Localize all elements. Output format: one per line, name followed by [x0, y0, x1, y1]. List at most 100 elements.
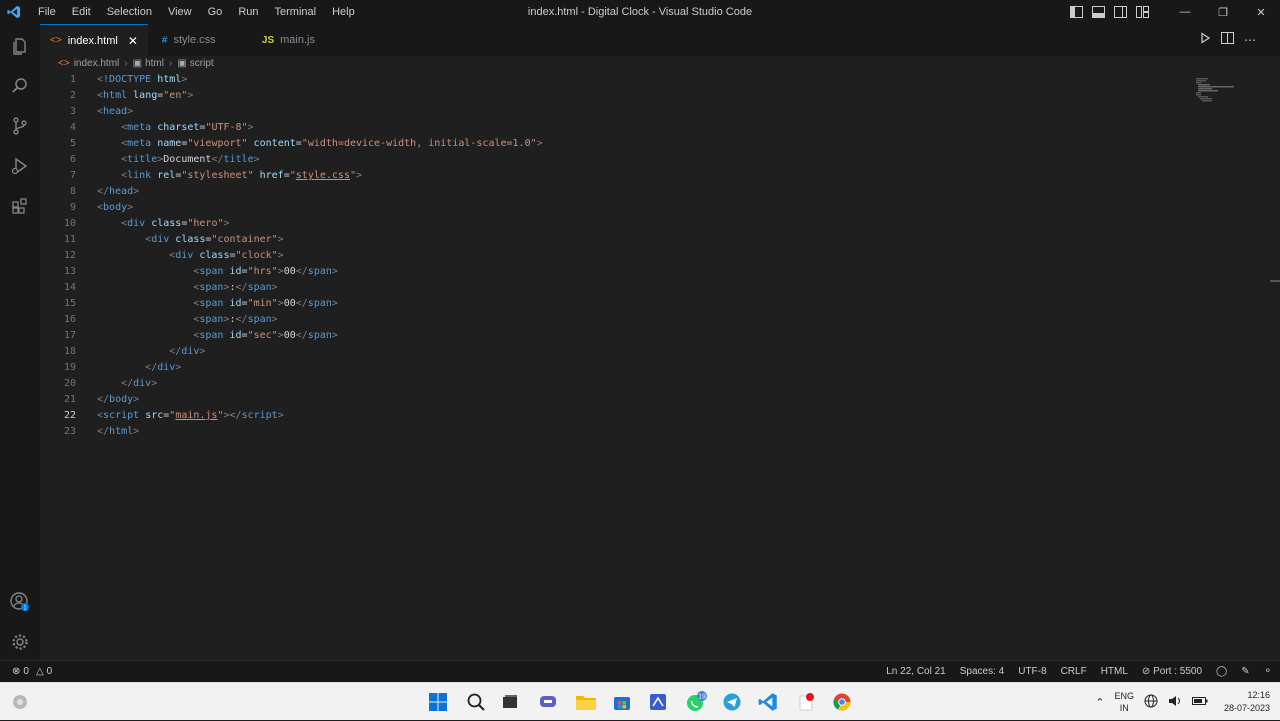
code-line: <script src="main.js"></script>	[97, 410, 284, 421]
file-explorer-icon[interactable]	[572, 688, 600, 716]
encoding[interactable]: UTF-8	[1018, 666, 1046, 677]
copilot-disabled-icon[interactable]: ◯	[1216, 666, 1227, 677]
battery-icon[interactable]	[1191, 695, 1208, 709]
menu-terminal[interactable]: Terminal	[267, 6, 325, 18]
status-bar: ⊗ 0 △ 0 Ln 22, Col 21 Spaces: 4 UTF-8 CR…	[0, 660, 1280, 682]
toggle-panel-icon[interactable]	[1090, 4, 1106, 20]
language-mode[interactable]: HTML	[1101, 666, 1128, 677]
element-icon: ▣	[132, 57, 143, 69]
breadcrumb: <> index.html › ▣ html › ▣ script	[40, 56, 1280, 70]
windows-start-icon[interactable]	[424, 688, 452, 716]
tab-style-css[interactable]: # style.css	[148, 24, 248, 56]
toggle-secondary-sidebar-icon[interactable]	[1112, 4, 1128, 20]
chrome-icon[interactable]	[828, 688, 856, 716]
menu-go[interactable]: Go	[200, 6, 231, 18]
teams-chat-icon[interactable]	[534, 688, 562, 716]
source-control-icon[interactable]	[0, 106, 40, 146]
chevron-right-icon: ›	[168, 57, 173, 69]
line-number: 21	[63, 394, 76, 405]
end-of-line[interactable]: CRLF	[1061, 666, 1087, 677]
code-line: <div class="clock">	[169, 250, 284, 261]
code-line: <span id="hrs">00</span>	[193, 266, 338, 277]
minimap[interactable]	[1196, 78, 1244, 108]
line-number: 7	[69, 170, 76, 181]
line-number: 9	[69, 202, 76, 213]
tab-main-js[interactable]: JS main.js	[248, 24, 325, 56]
accounts-icon[interactable]: 1	[0, 582, 40, 622]
vscode-logo-icon	[0, 0, 28, 24]
code-line: <span id="min">00</span>	[193, 298, 338, 309]
close-icon[interactable]: ✕	[128, 34, 138, 48]
explorer-icon[interactable]	[0, 26, 40, 66]
live-server-port[interactable]: ⊘ Port : 5500	[1142, 666, 1202, 677]
line-number: 12	[63, 250, 76, 261]
code-line: </head>	[97, 186, 140, 197]
menu-file[interactable]: File	[30, 6, 64, 18]
customize-layout-icon[interactable]	[1134, 4, 1150, 20]
telegram-icon[interactable]	[718, 688, 746, 716]
line-number: 10	[63, 218, 76, 229]
toggle-primary-sidebar-icon[interactable]	[1068, 4, 1084, 20]
cursor-position[interactable]: Ln 22, Col 21	[886, 666, 946, 677]
code-editor[interactable]: 1 <!DOCTYPE html> 2 <html lang="en"> 3 <hea…	[40, 72, 1280, 660]
code-line: </div>	[145, 362, 182, 373]
menu-view[interactable]: View	[160, 6, 200, 18]
more-actions-icon[interactable]: ⋯	[1244, 33, 1256, 47]
extensions-icon[interactable]	[0, 186, 40, 226]
search-icon[interactable]	[0, 66, 40, 106]
editor-tab-bar: <> index.html ✕ # style.css JS main.js ⋯	[40, 24, 1280, 56]
code-line: </div>	[169, 346, 206, 357]
line-number: 16	[63, 314, 76, 325]
breadcrumb-file[interactable]: index.html	[74, 58, 120, 69]
menu-selection[interactable]: Selection	[99, 6, 160, 18]
run-file-icon[interactable]	[1199, 31, 1211, 49]
taskbar-clock[interactable]: 12:16 28-07-2023	[1224, 689, 1270, 715]
tab-label: style.css	[173, 34, 216, 46]
code-line: </div>	[121, 378, 158, 389]
tab-index-html[interactable]: <> index.html ✕	[40, 24, 148, 56]
notepad-recording-icon[interactable]	[792, 688, 820, 716]
js-file-icon: JS	[261, 34, 275, 46]
problems-status[interactable]: ⊗ 0 △ 0	[12, 666, 52, 677]
vscode-taskbar-icon[interactable]	[754, 688, 782, 716]
menu-help[interactable]: Help	[324, 6, 363, 18]
whatsapp-badge: 19	[698, 694, 706, 701]
task-view-icon[interactable]	[496, 688, 524, 716]
line-number: 11	[63, 234, 76, 245]
run-and-debug-icon[interactable]	[0, 146, 40, 186]
manage-gear-icon[interactable]	[0, 622, 40, 662]
html-file-icon: <>	[50, 35, 62, 46]
whatsapp-icon[interactable]: 19	[682, 688, 710, 716]
code-line: <span>:</span>	[193, 314, 278, 325]
visual-studio-icon[interactable]	[644, 688, 672, 716]
search-icon[interactable]	[462, 688, 490, 716]
network-globe-icon[interactable]	[1144, 694, 1158, 710]
line-number: 5	[69, 138, 76, 149]
widgets-icon[interactable]	[6, 688, 34, 716]
close-window-icon[interactable]: ✕	[1242, 0, 1280, 24]
show-hidden-icons-chevron-icon[interactable]: ⌃	[1095, 696, 1104, 709]
notifications-bell-icon[interactable]: ⚬	[1264, 666, 1272, 677]
feedback-icon[interactable]: ✎	[1241, 666, 1249, 677]
code-line: <!DOCTYPE html>	[97, 74, 188, 85]
clock-date: 28-07-2023	[1223, 703, 1270, 713]
restore-icon[interactable]: ❐	[1204, 0, 1242, 24]
code-line: <html lang="en">	[97, 90, 194, 101]
error-count: 0	[23, 666, 29, 677]
breadcrumb-script[interactable]: script	[190, 58, 214, 69]
scrollbar-indicator[interactable]	[1270, 280, 1280, 282]
code-line: <head>	[97, 106, 134, 117]
menu-edit[interactable]: Edit	[64, 6, 99, 18]
volume-icon[interactable]	[1168, 694, 1182, 710]
microsoft-store-icon[interactable]	[608, 688, 636, 716]
minimize-icon[interactable]: —	[1166, 0, 1204, 24]
line-number: 4	[69, 122, 76, 133]
indentation[interactable]: Spaces: 4	[960, 666, 1004, 677]
warning-count: 0	[46, 666, 53, 677]
code-line: <span>:</span>	[193, 282, 278, 293]
menu-run[interactable]: Run	[230, 6, 266, 18]
split-editor-icon[interactable]	[1221, 31, 1234, 49]
code-line: </html>	[97, 426, 140, 437]
breadcrumb-html[interactable]: html	[145, 58, 164, 69]
language-indicator[interactable]: ENG IN	[1114, 690, 1134, 714]
